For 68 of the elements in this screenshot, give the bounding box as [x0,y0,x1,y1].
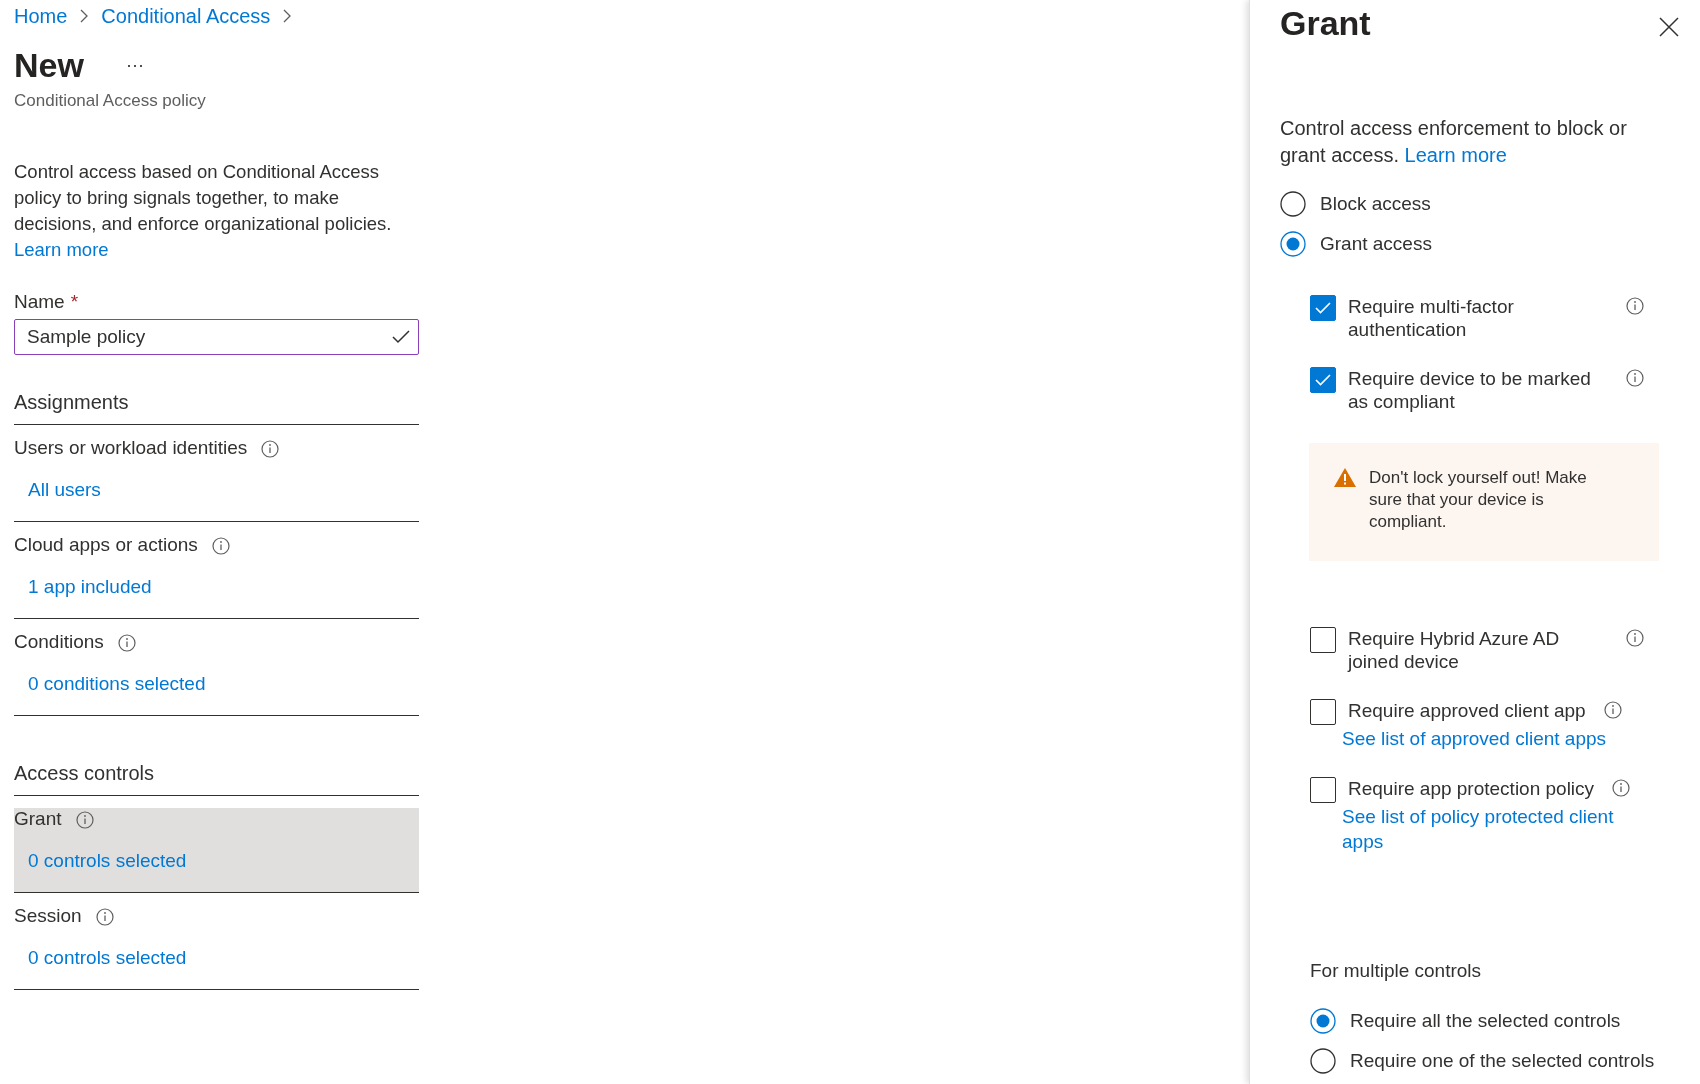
policy-setting-row[interactable]: Session 0 controls selected [14,905,419,989]
checkbox-label: Require device to be marked as compliant [1348,367,1592,413]
radio-button[interactable] [1310,1008,1336,1034]
panel-title: Grant [1280,4,1371,43]
page-subtitle: Conditional Access policy [14,91,207,111]
info-icon[interactable] [95,908,114,926]
learn-more-link[interactable]: Learn more [1404,142,1507,169]
page-title: New [14,46,84,85]
checkbox[interactable] [1310,367,1336,393]
policy-setting-row[interactable]: Cloud apps or actions 1 app included [14,534,419,618]
more-button[interactable]: ··· [121,55,148,76]
info-icon[interactable] [1612,779,1631,797]
setting-label: Users or workload identities [14,437,248,459]
breadcrumb-link[interactable]: Home [14,4,68,28]
section-heading: Access controls [14,762,419,796]
setting-link[interactable]: All users [28,479,101,501]
warning-icon [1333,467,1357,488]
group-heading: For multiple controls [1310,960,1483,982]
name-input[interactable]: Sample policy [14,319,419,355]
panel-description: Control access enforcement to block or grant access. Learn more [1280,115,1672,169]
setting-link[interactable]: 0 controls selected [28,850,187,872]
close-button[interactable] [1658,16,1680,38]
policy-setting-row[interactable]: Grant 0 controls selected [14,808,419,892]
info-icon[interactable] [1626,297,1644,315]
info-icon[interactable] [75,811,94,829]
info-icon[interactable] [117,634,136,652]
section-heading: Assignments [14,391,419,425]
learn-more-link[interactable]: Learn more [14,237,109,263]
radio-label: Require all the selected controls [1350,1010,1621,1032]
radio-label: Require one of the selected controls [1350,1050,1655,1072]
chevron-right-icon [79,8,90,24]
checkbox[interactable] [1310,627,1336,653]
info-icon[interactable] [1603,701,1622,719]
radio-label: Block access [1320,193,1431,215]
setting-label: Session [14,905,82,927]
warning-text: Don't lock yourself out! Make sure that your device is compliant. [1369,467,1588,533]
info-icon[interactable] [1626,369,1644,387]
required-mark: * [70,291,79,313]
see-list-link[interactable]: See list of policy protected client apps [1342,804,1622,854]
setting-link[interactable]: 0 controls selected [28,947,187,969]
checkbox[interactable] [1310,777,1336,803]
checkbox-label: Require app protection policy [1348,777,1595,800]
radio-button[interactable] [1280,231,1306,257]
info-icon[interactable] [1626,629,1644,647]
setting-label: Grant [14,808,62,830]
field-label: Name [14,291,65,313]
setting-label: Conditions [14,631,104,653]
radio-button[interactable] [1280,191,1306,217]
setting-link[interactable]: 1 app included [28,576,152,598]
checkbox-label: Require Hybrid Azure AD joined device [1348,627,1561,673]
checkmark-icon [1315,374,1331,386]
setting-label: Cloud apps or actions [14,534,198,556]
policy-setting-row[interactable]: Conditions 0 conditions selected [14,631,419,715]
setting-link[interactable]: 0 conditions selected [28,673,206,695]
checkbox[interactable] [1310,295,1336,321]
info-icon[interactable] [211,537,230,555]
see-list-link[interactable]: See list of approved client apps [1342,726,1622,751]
chevron-right-icon [282,8,293,24]
radio-button[interactable] [1310,1048,1336,1074]
checkbox-label: Require approved client app [1348,699,1586,722]
description-text: Control access based on Conditional Access policy to bring signals together, to make decisions, and enforce organizational policies. Learn more [14,159,419,263]
radio-label: Grant access [1320,233,1432,255]
info-icon[interactable] [261,440,280,458]
policy-setting-row[interactable]: Users or workload identities All users [14,437,419,521]
breadcrumb-link[interactable]: Conditional Access [101,4,271,28]
checkmark-icon [1315,302,1331,314]
checkbox-label: Require multi-factor authentication [1348,295,1515,341]
checkbox[interactable] [1310,699,1336,725]
